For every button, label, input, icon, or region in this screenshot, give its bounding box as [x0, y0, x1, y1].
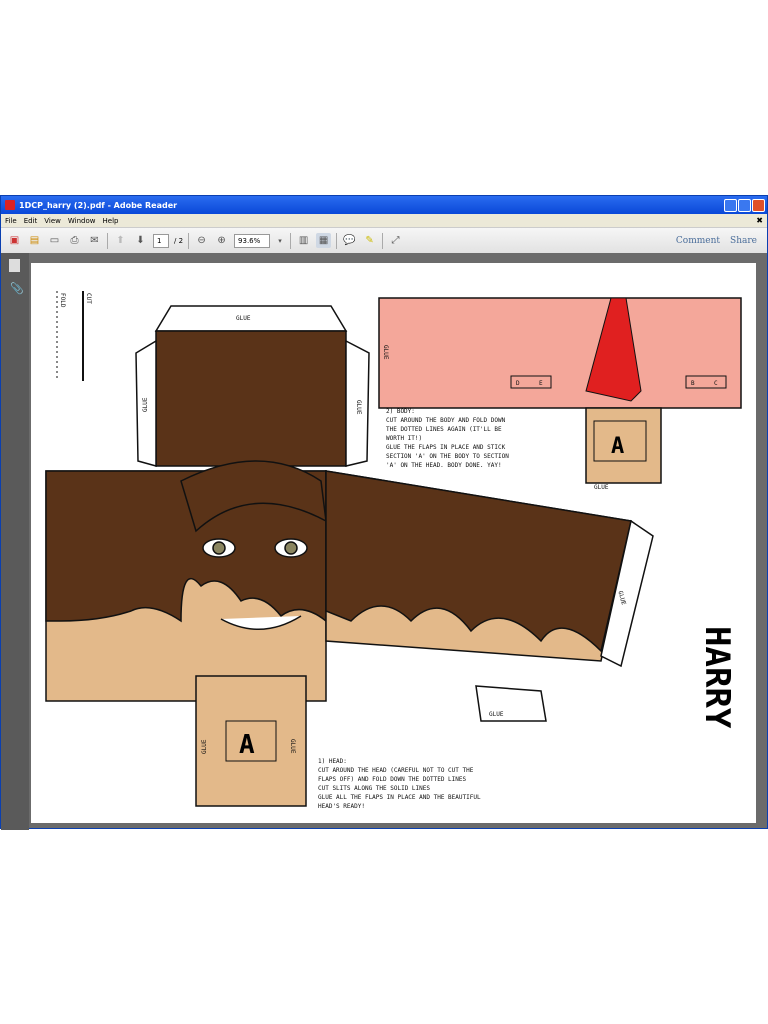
menu-edit[interactable]: Edit — [24, 217, 38, 225]
menu-view[interactable]: View — [44, 217, 61, 225]
svg-text:GLUE THE FLAPS IN PLACE AND ST: GLUE THE FLAPS IN PLACE AND STICK — [386, 444, 506, 451]
zoom-input[interactable]: 93.6% — [234, 233, 271, 248]
close-document-icon[interactable]: ✖ — [756, 216, 763, 225]
svg-text:CUT AROUND THE BODY AND FOLD D: CUT AROUND THE BODY AND FOLD DOWN — [386, 417, 506, 424]
save-icon[interactable]: ▭ — [47, 233, 62, 248]
section-a-head: A — [239, 730, 255, 760]
glue-label: GLUE — [289, 739, 296, 754]
head-instructions: 1) HEAD: CUT AROUND THE HEAD (CAREFUL NO… — [318, 758, 481, 810]
svg-text:'A' ON THE HEAD. BODY DONE. YA: 'A' ON THE HEAD. BODY DONE. YAY! — [386, 462, 502, 469]
attachments-icon[interactable]: 📎 — [10, 282, 29, 295]
tab-b: B — [691, 380, 695, 387]
comment-link[interactable]: Comment — [676, 236, 720, 246]
fit-width-icon[interactable]: ▦ — [316, 233, 332, 248]
navigation-sidebar: 📎 — [1, 253, 29, 830]
svg-text:2) BODY:: 2) BODY: — [386, 408, 415, 415]
glue-label: GLUE — [142, 397, 149, 412]
menu-bar: File Edit View Window Help ✖ — [1, 214, 767, 228]
glue-label: GLUE — [594, 484, 609, 491]
menu-window[interactable]: Window — [68, 217, 96, 225]
adobe-reader-window: 1DCP_harry (2).pdf - Adobe Reader File E… — [0, 195, 768, 830]
menu-file[interactable]: File — [5, 217, 17, 225]
glue-label: GLUE — [355, 400, 362, 415]
window-title: 1DCP_harry (2).pdf - Adobe Reader — [19, 200, 178, 210]
divider — [336, 232, 338, 249]
next-page-icon[interactable]: ⬇ — [133, 233, 148, 248]
page-total: / 2 — [174, 236, 184, 245]
highlight-icon[interactable]: ✎ — [362, 233, 377, 248]
svg-text:WORTH IT!): WORTH IT!) — [386, 435, 422, 442]
email-icon[interactable]: ✉ — [87, 233, 102, 248]
share-link[interactable]: Share — [730, 236, 757, 246]
maximize-button[interactable] — [738, 199, 751, 212]
glue-label: GLUE — [201, 739, 208, 754]
expand-icon[interactable]: ⤢ — [388, 233, 403, 248]
svg-text:CUT SLITS ALONG THE SOLID LINE: CUT SLITS ALONG THE SOLID LINES — [318, 785, 430, 792]
svg-text:CUT AROUND THE HEAD (CAREFUL N: CUT AROUND THE HEAD (CAREFUL NOT TO CUT … — [318, 767, 474, 774]
divider — [107, 232, 108, 249]
glue-label: GLUE — [382, 345, 389, 360]
comment-icon[interactable]: 💬 — [342, 233, 357, 248]
menu-help[interactable]: Help — [103, 217, 119, 225]
print-icon[interactable]: ⎙ — [67, 233, 82, 248]
svg-text:1) HEAD:: 1) HEAD: — [318, 758, 347, 765]
divider — [188, 232, 190, 249]
fit-page-icon[interactable]: ▥ — [296, 233, 311, 248]
harry-name: HARRY — [697, 626, 737, 729]
tab-d: D — [516, 380, 520, 387]
title-bar: 1DCP_harry (2).pdf - Adobe Reader — [1, 196, 767, 214]
section-a-body: A — [611, 434, 624, 459]
tab-e: E — [539, 380, 543, 387]
close-button[interactable] — [752, 199, 765, 212]
toolbar: ▣ ▤ ▭ ⎙ ✉ ⬆ ⬇ 1 / 2 ⊖ ⊕ 93.6% ▾ ▥ ▦ 💬 ✎ … — [1, 228, 767, 253]
pages-panel-icon[interactable] — [9, 259, 20, 272]
zoom-in-icon[interactable]: ⊕ — [214, 233, 229, 248]
svg-text:HEAD'S READY!: HEAD'S READY! — [318, 803, 365, 810]
zoom-dropdown-icon[interactable]: ▾ — [275, 233, 285, 248]
body-instructions: 2) BODY: CUT AROUND THE BODY AND FOLD DO… — [386, 408, 509, 469]
tab-c: C — [714, 380, 718, 387]
svg-text:FLAPS OFF) AND FOLD DOWN THE D: FLAPS OFF) AND FOLD DOWN THE DOTTED LINE… — [318, 776, 466, 783]
create-pdf-icon[interactable]: ▣ — [7, 233, 22, 248]
pdf-icon — [5, 200, 15, 210]
page-number-input[interactable]: 1 — [153, 233, 169, 248]
svg-text:GLUE ALL THE FLAPS IN PLACE AN: GLUE ALL THE FLAPS IN PLACE AND THE BEAU… — [318, 794, 481, 801]
open-icon[interactable]: ▤ — [27, 233, 42, 248]
pdf-page: GLUE GLUE GLUE GLUE GLUE GLUE GLUE GLUE … — [31, 263, 756, 823]
glue-label: GLUE — [489, 711, 504, 718]
cut-label: CUT — [85, 293, 92, 304]
zoom-out-icon[interactable]: ⊖ — [194, 233, 209, 248]
svg-text:SECTION 'A' ON THE BODY TO SEC: SECTION 'A' ON THE BODY TO SECTION — [386, 453, 509, 460]
divider — [290, 232, 292, 249]
minimize-button[interactable] — [724, 199, 737, 212]
papercraft-illustration: GLUE GLUE GLUE GLUE GLUE GLUE GLUE GLUE … — [45, 291, 742, 810]
glue-label: GLUE — [236, 315, 251, 322]
svg-text:THE DOTTED LINES AGAIN (IT'LL: THE DOTTED LINES AGAIN (IT'LL BE — [386, 426, 502, 433]
fold-label: FOLD — [59, 293, 66, 308]
divider — [382, 232, 384, 249]
previous-page-icon[interactable]: ⬆ — [113, 233, 128, 248]
